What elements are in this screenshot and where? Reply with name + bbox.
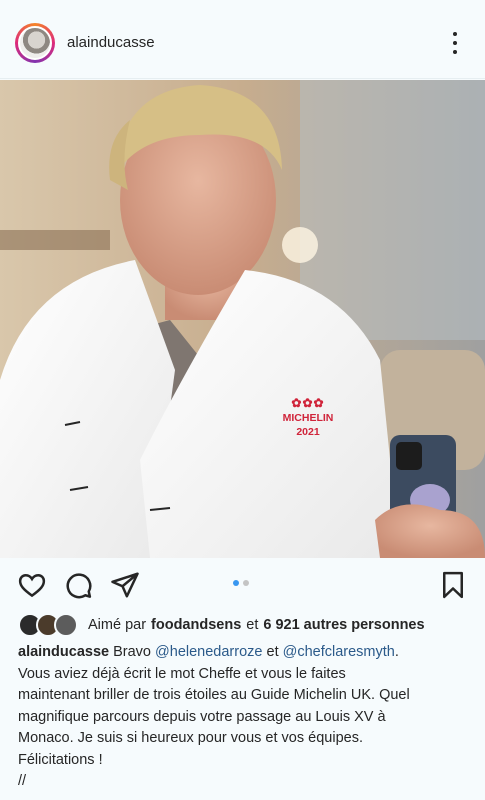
caption-line-6: Félicitations ! [18,751,103,768]
michelin-brand: MICHELIN [282,412,334,424]
likes-summary[interactable]: Aimé par foodandsens et 6 921 autres per… [18,613,425,637]
caption-line-7: // [18,773,27,789]
bookmark-icon[interactable] [438,570,468,600]
caption-and: et [266,644,279,660]
carousel-dot-active[interactable] [233,580,239,586]
michelin-logo: ✿✿✿ MICHELIN 2021 [276,396,340,438]
post-username[interactable]: alainducasse [67,34,155,51]
heart-icon[interactable] [17,570,47,600]
likes-prefix: Aimé par [88,617,147,633]
carousel-dot[interactable] [243,580,249,586]
comment-icon[interactable] [63,570,93,600]
post-photo[interactable]: ✿✿✿ MICHELIN 2021 [0,80,485,558]
post-caption: alainducasse Bravo @helenedarroze et @ch… [18,642,470,793]
caption-line-3: maintenant briller de trois étoiles au G… [18,687,410,703]
likes-user[interactable]: foodandsens [151,617,241,633]
caption-line-5: Monaco. Je suis si heureux pour vous et … [18,730,363,746]
caption-username[interactable]: alainducasse [18,644,109,660]
caption-line-1: alainducasse Bravo @helenedarroze et @ch… [18,642,470,664]
michelin-year: 2021 [296,426,320,438]
carousel-indicator [233,580,249,586]
profile-avatar-story-ring[interactable] [15,23,55,63]
caption-line-4: magnifique parcours depuis votre passage… [18,708,386,725]
mention-link[interactable]: @chefclaresmyth [283,644,395,660]
michelin-stars: ✿✿✿ [291,396,325,410]
more-vertical-icon[interactable] [448,32,462,54]
send-icon[interactable] [110,570,140,600]
caption-period: . [394,644,399,660]
likes-others[interactable]: 6 921 autres personnes [263,617,424,633]
caption-line-2: Vous aviez déjà écrit le mot Cheffe et v… [18,665,346,682]
caption-text-start: Bravo [113,644,151,660]
post-header: alainducasse [0,0,485,79]
mention-link[interactable]: @helenedarroze [155,644,262,660]
avatar [18,26,52,60]
avatar [54,613,78,637]
liked-by-avatars [18,613,78,637]
likes-connector: et [246,617,259,633]
